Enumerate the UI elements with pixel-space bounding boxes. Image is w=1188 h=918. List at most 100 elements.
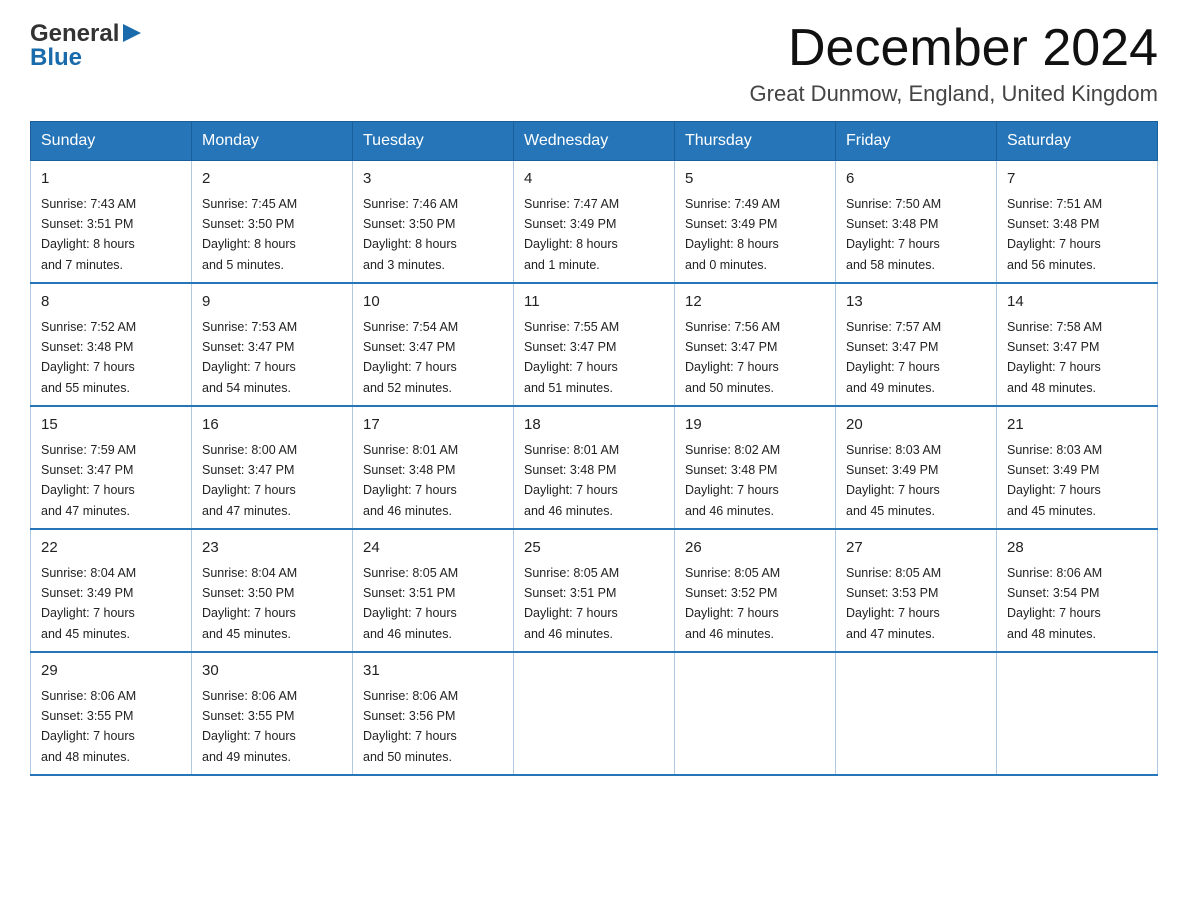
day-number: 23 [202,537,342,560]
table-row: 29 Sunrise: 8:06 AMSunset: 3:55 PMDayligh… [31,652,192,775]
calendar-week-row: 29 Sunrise: 8:06 AMSunset: 3:55 PMDayligh… [31,652,1158,775]
table-row: 20 Sunrise: 8:03 AMSunset: 3:49 PMDayligh… [836,406,997,529]
day-info: Sunrise: 8:06 AMSunset: 3:55 PMDaylight:… [41,689,136,764]
day-number: 5 [685,168,825,191]
day-info: Sunrise: 7:53 AMSunset: 3:47 PMDaylight:… [202,320,297,395]
table-row: 12 Sunrise: 7:56 AMSunset: 3:47 PMDayligh… [675,283,836,406]
day-info: Sunrise: 8:05 AMSunset: 3:52 PMDaylight:… [685,566,780,641]
month-title: December 2024 [750,20,1158,77]
day-info: Sunrise: 8:01 AMSunset: 3:48 PMDaylight:… [363,443,458,518]
day-info: Sunrise: 8:04 AMSunset: 3:49 PMDaylight:… [41,566,136,641]
day-number: 2 [202,168,342,191]
calendar-week-row: 1 Sunrise: 7:43 AMSunset: 3:51 PMDaylight… [31,161,1158,284]
table-row: 1 Sunrise: 7:43 AMSunset: 3:51 PMDaylight… [31,161,192,284]
day-info: Sunrise: 7:57 AMSunset: 3:47 PMDaylight:… [846,320,941,395]
day-number: 10 [363,291,503,314]
day-info: Sunrise: 7:58 AMSunset: 3:47 PMDaylight:… [1007,320,1102,395]
day-info: Sunrise: 7:47 AMSunset: 3:49 PMDaylight:… [524,197,619,272]
day-info: Sunrise: 8:03 AMSunset: 3:49 PMDaylight:… [1007,443,1102,518]
table-row: 10 Sunrise: 7:54 AMSunset: 3:47 PMDayligh… [353,283,514,406]
table-row: 25 Sunrise: 8:05 AMSunset: 3:51 PMDayligh… [514,529,675,652]
day-number: 7 [1007,168,1147,191]
col-wednesday: Wednesday [514,122,675,161]
day-info: Sunrise: 8:05 AMSunset: 3:53 PMDaylight:… [846,566,941,641]
table-row: 17 Sunrise: 8:01 AMSunset: 3:48 PMDayligh… [353,406,514,529]
table-row: 24 Sunrise: 8:05 AMSunset: 3:51 PMDayligh… [353,529,514,652]
day-number: 15 [41,414,181,437]
day-number: 1 [41,168,181,191]
title-block: December 2024 Great Dunmow, England, Uni… [750,20,1158,107]
day-info: Sunrise: 7:43 AMSunset: 3:51 PMDaylight:… [41,197,136,272]
day-number: 29 [41,660,181,683]
day-info: Sunrise: 8:06 AMSunset: 3:54 PMDaylight:… [1007,566,1102,641]
day-info: Sunrise: 8:04 AMSunset: 3:50 PMDaylight:… [202,566,297,641]
table-row [836,652,997,775]
location-subtitle: Great Dunmow, England, United Kingdom [750,81,1158,107]
day-number: 13 [846,291,986,314]
table-row: 13 Sunrise: 7:57 AMSunset: 3:47 PMDayligh… [836,283,997,406]
day-info: Sunrise: 8:06 AMSunset: 3:55 PMDaylight:… [202,689,297,764]
day-number: 26 [685,537,825,560]
table-row [997,652,1158,775]
day-info: Sunrise: 7:56 AMSunset: 3:47 PMDaylight:… [685,320,780,395]
day-number: 4 [524,168,664,191]
logo-arrow-icon [121,22,143,44]
day-number: 30 [202,660,342,683]
table-row [675,652,836,775]
calendar-header-row: Sunday Monday Tuesday Wednesday Thursday… [31,122,1158,161]
day-number: 31 [363,660,503,683]
col-monday: Monday [192,122,353,161]
calendar-week-row: 8Sunrise: 7:52 AMSunset: 3:48 PMDaylight… [31,283,1158,406]
day-number: 3 [363,168,503,191]
day-number: 25 [524,537,664,560]
day-info: Sunrise: 8:01 AMSunset: 3:48 PMDaylight:… [524,443,619,518]
table-row: 7Sunrise: 7:51 AMSunset: 3:48 PMDaylight… [997,161,1158,284]
calendar-week-row: 22 Sunrise: 8:04 AMSunset: 3:49 PMDayligh… [31,529,1158,652]
col-friday: Friday [836,122,997,161]
calendar-table: Sunday Monday Tuesday Wednesday Thursday… [30,121,1158,776]
logo-blue-text: Blue [30,44,82,72]
day-info: Sunrise: 8:05 AMSunset: 3:51 PMDaylight:… [524,566,619,641]
table-row: 26 Sunrise: 8:05 AMSunset: 3:52 PMDayligh… [675,529,836,652]
table-row: 30 Sunrise: 8:06 AMSunset: 3:55 PMDayligh… [192,652,353,775]
table-row: 8Sunrise: 7:52 AMSunset: 3:48 PMDaylight… [31,283,192,406]
table-row: 3Sunrise: 7:46 AMSunset: 3:50 PMDaylight… [353,161,514,284]
day-info: Sunrise: 8:03 AMSunset: 3:49 PMDaylight:… [846,443,941,518]
day-number: 20 [846,414,986,437]
logo: General Blue [30,20,143,72]
table-row: 31 Sunrise: 8:06 AMSunset: 3:56 PMDayligh… [353,652,514,775]
day-number: 24 [363,537,503,560]
table-row: 23 Sunrise: 8:04 AMSunset: 3:50 PMDayligh… [192,529,353,652]
day-info: Sunrise: 7:59 AMSunset: 3:47 PMDaylight:… [41,443,136,518]
table-row: 19Sunrise: 8:02 AMSunset: 3:48 PMDayligh… [675,406,836,529]
table-row: 11Sunrise: 7:55 AMSunset: 3:47 PMDayligh… [514,283,675,406]
col-sunday: Sunday [31,122,192,161]
table-row: 21 Sunrise: 8:03 AMSunset: 3:49 PMDayligh… [997,406,1158,529]
day-number: 21 [1007,414,1147,437]
table-row: 14Sunrise: 7:58 AMSunset: 3:47 PMDayligh… [997,283,1158,406]
day-number: 22 [41,537,181,560]
table-row: 15 Sunrise: 7:59 AMSunset: 3:47 PMDayligh… [31,406,192,529]
table-row: 5 Sunrise: 7:49 AMSunset: 3:49 PMDaylight… [675,161,836,284]
day-info: Sunrise: 7:49 AMSunset: 3:49 PMDaylight:… [685,197,780,272]
day-info: Sunrise: 8:05 AMSunset: 3:51 PMDaylight:… [363,566,458,641]
day-info: Sunrise: 8:06 AMSunset: 3:56 PMDaylight:… [363,689,458,764]
table-row: 16Sunrise: 8:00 AMSunset: 3:47 PMDayligh… [192,406,353,529]
day-number: 12 [685,291,825,314]
day-number: 17 [363,414,503,437]
page-header: General Blue December 2024 Great Dunmow,… [30,20,1158,107]
table-row: 18 Sunrise: 8:01 AMSunset: 3:48 PMDayligh… [514,406,675,529]
day-info: Sunrise: 7:52 AMSunset: 3:48 PMDaylight:… [41,320,136,395]
day-number: 16 [202,414,342,437]
table-row: 9 Sunrise: 7:53 AMSunset: 3:47 PMDaylight… [192,283,353,406]
day-number: 19 [685,414,825,437]
day-number: 6 [846,168,986,191]
day-number: 28 [1007,537,1147,560]
day-number: 18 [524,414,664,437]
day-info: Sunrise: 7:54 AMSunset: 3:47 PMDaylight:… [363,320,458,395]
col-saturday: Saturday [997,122,1158,161]
table-row [514,652,675,775]
table-row: 28 Sunrise: 8:06 AMSunset: 3:54 PMDayligh… [997,529,1158,652]
day-number: 11 [524,291,664,314]
day-number: 9 [202,291,342,314]
